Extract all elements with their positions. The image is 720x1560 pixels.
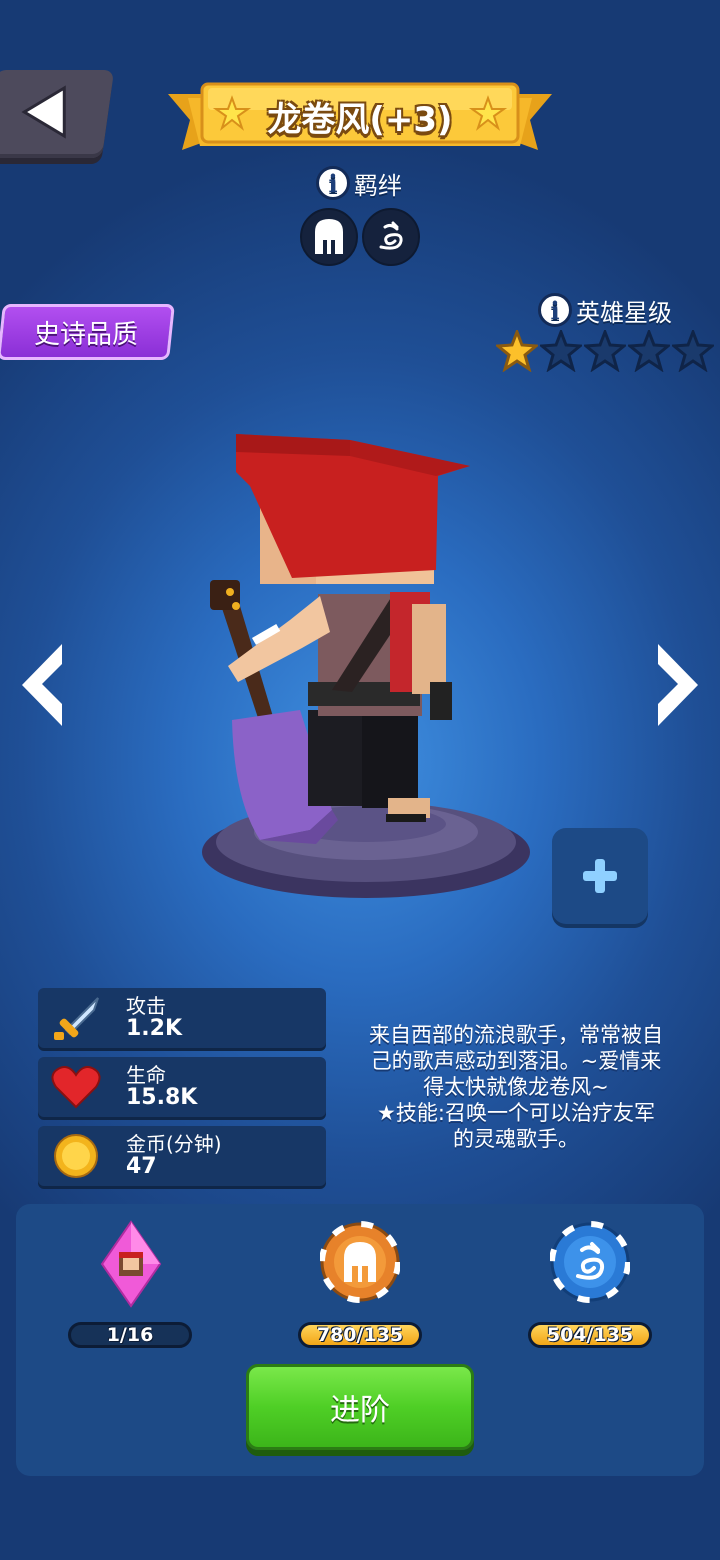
hero-star-label: 英雄星级 <box>576 298 672 327</box>
stat-label: 攻击 <box>126 994 166 1018</box>
rarity-label: 史诗品质 <box>33 319 138 350</box>
dragon-emblem-icon[interactable] <box>362 208 420 266</box>
next-hero-button[interactable] <box>652 640 702 730</box>
advance-button[interactable]: 进阶 <box>246 1364 474 1450</box>
dragon-token-icon[interactable] <box>550 1220 630 1304</box>
stat-health: 生命 15.8K <box>38 1057 326 1117</box>
info-icon: i <box>316 166 350 200</box>
coin-icon <box>54 1134 98 1178</box>
bond-info[interactable]: i 羁绊 <box>316 164 402 202</box>
hero-star-info[interactable]: i 英雄星级 <box>538 292 672 328</box>
plus-icon <box>583 859 617 893</box>
description-line: 来自西部的流浪歌手，常常被自 <box>369 1023 663 1047</box>
hero-description: 来自西部的流浪歌手，常常被自 己的歌声感动到落泪。~爱情来 得太快就像龙卷风~ … <box>336 1022 696 1152</box>
stat-label: 金币(分钟) <box>126 1132 222 1156</box>
back-arrow-icon <box>21 85 66 139</box>
description-line: 己的歌声感动到落泪。~爱情来 <box>370 1049 662 1073</box>
hero-name: 龙卷风(+3) <box>267 100 453 140</box>
star-empty-icon <box>628 330 670 372</box>
description-line: ★技能:召唤一个可以治疗友军 <box>377 1101 655 1125</box>
description-line: 得太快就像龙卷风~ <box>423 1075 609 1099</box>
hero-title-banner: 龙卷风(+3) <box>168 78 552 158</box>
back-button[interactable] <box>0 70 115 158</box>
stat-value: 15.8K <box>126 1085 198 1110</box>
star-empty-icon <box>672 330 714 372</box>
hero-model <box>202 434 530 898</box>
rarity-badge: 史诗品质 <box>0 304 175 360</box>
sword-icon <box>54 997 99 1040</box>
star-empty-icon <box>584 330 626 372</box>
stat-value: 1.2K <box>126 1016 183 1041</box>
shard-count: 1/16 <box>68 1322 192 1348</box>
helmet-token-count: 780/135 <box>298 1322 422 1348</box>
add-button[interactable] <box>552 828 648 924</box>
dragon-token-count: 504/135 <box>528 1322 652 1348</box>
helmet-token-icon[interactable] <box>320 1220 400 1304</box>
stat-value: 47 <box>126 1154 157 1179</box>
stat-label: 生命 <box>126 1063 166 1087</box>
stat-attack: 攻击 1.2K <box>38 988 326 1048</box>
description-line: 的灵魂歌手。 <box>453 1127 579 1151</box>
hero-shard-gem-icon[interactable] <box>98 1220 164 1310</box>
hero-star-rating <box>496 330 714 372</box>
heart-icon <box>51 1066 101 1109</box>
bond-icons <box>300 208 420 266</box>
star-empty-icon <box>540 330 582 372</box>
info-icon: i <box>538 293 572 327</box>
star-filled-icon <box>496 330 538 372</box>
bond-label: 羁绊 <box>354 171 402 200</box>
spartan-helmet-icon[interactable] <box>300 208 358 266</box>
prev-hero-button[interactable] <box>18 640 68 730</box>
stat-coins: 金币(分钟) 47 <box>38 1126 326 1186</box>
